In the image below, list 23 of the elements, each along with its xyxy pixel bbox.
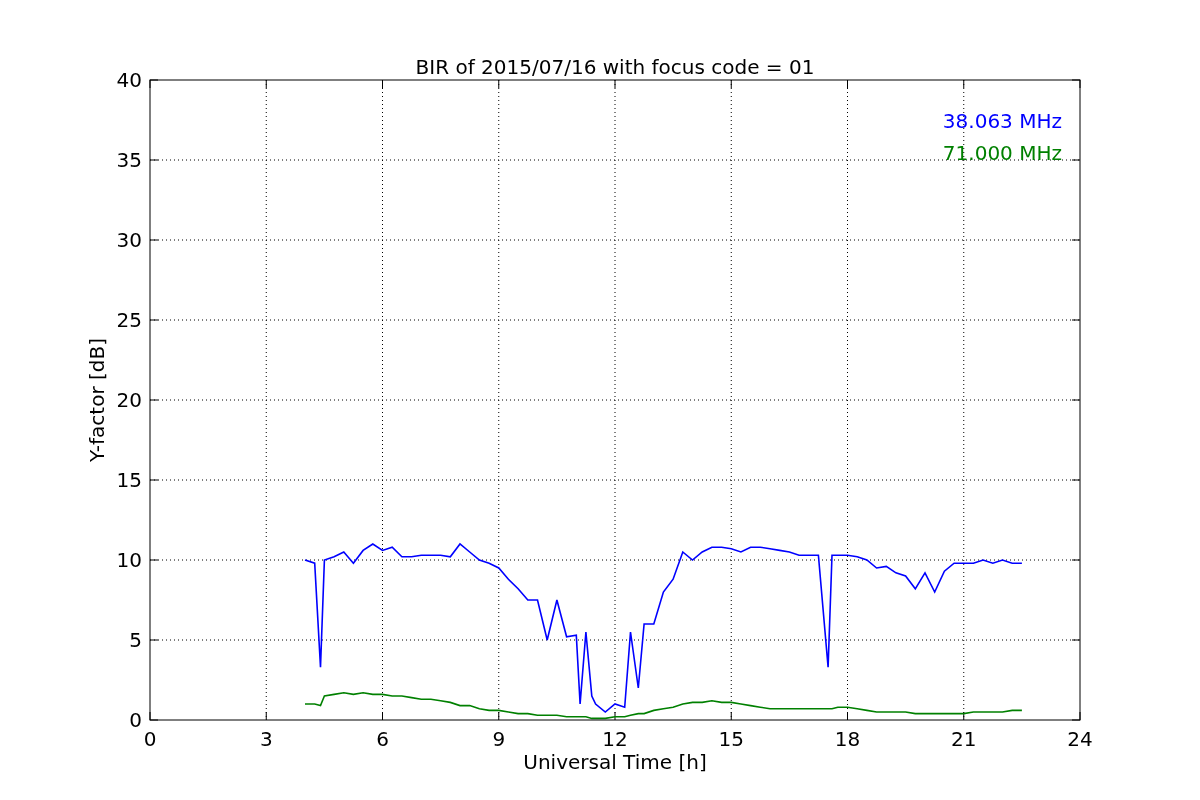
tick-label: 5 [129,628,142,652]
tick-label: 15 [116,468,142,492]
tick-label: 12 [602,727,628,751]
y-axis-label: Y-factor [dB] [85,338,109,462]
tick-label: 0 [143,727,157,751]
tick-label: 3 [259,727,273,751]
tick-label: 18 [834,727,861,751]
tick-label: 30 [116,228,142,252]
chart-title: BIR of 2015/07/16 with focus code = 01 [415,55,815,79]
tick-label: 15 [718,727,744,751]
legend-label: 71.000 MHz [942,141,1062,165]
tick-label: 6 [376,727,389,751]
tick-label: 24 [1067,727,1093,751]
x-axis-label: Universal Time [h] [523,750,707,774]
tick-label: 40 [116,68,142,92]
tick-label: 9 [492,727,506,751]
tick-label: 0 [129,708,142,732]
tick-label: 21 [951,727,977,751]
tick-label: 20 [116,388,142,412]
tick-label: 25 [116,308,142,332]
tick-label: 35 [116,148,142,172]
legend-label: 38.063 MHz [942,109,1062,133]
tick-label: 10 [116,548,142,572]
